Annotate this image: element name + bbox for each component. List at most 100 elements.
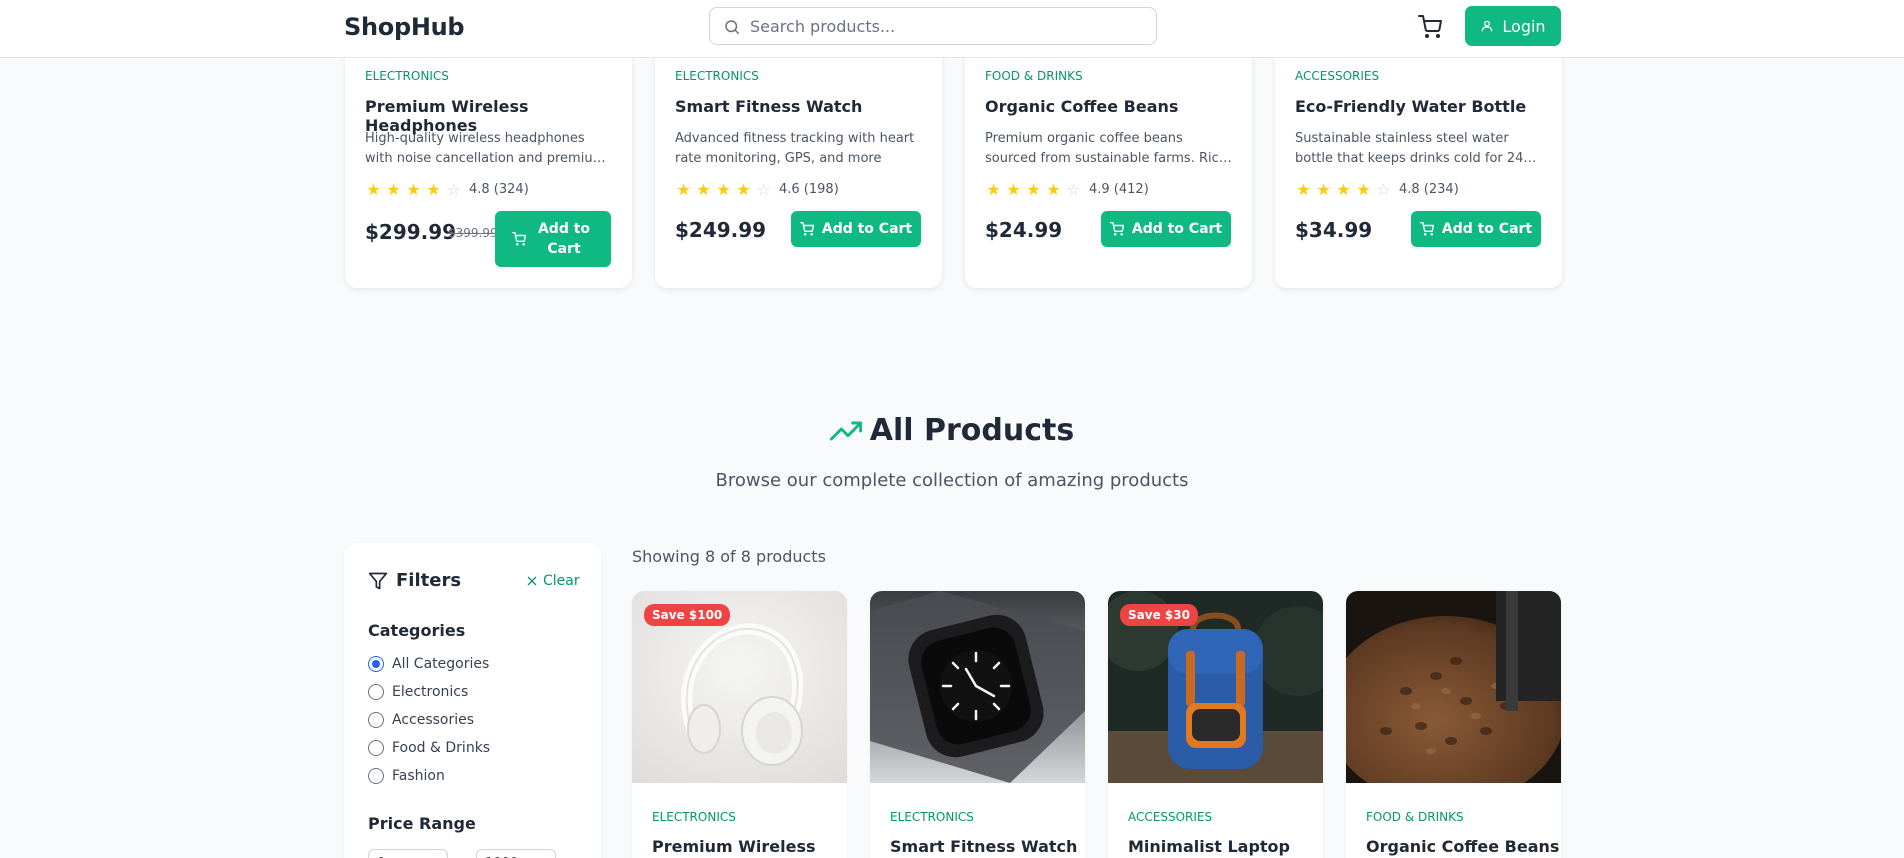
add-to-cart-button[interactable]: Add to Cart — [791, 211, 921, 247]
product-name[interactable]: Organic Coffee Beans — [1366, 837, 1559, 856]
radio-button[interactable] — [368, 656, 384, 672]
product-price: $299.99 — [365, 220, 457, 244]
close-icon — [527, 576, 537, 586]
featured-card[interactable]: ELECTRONICS Premium Wireless Headphones … — [345, 30, 632, 288]
product-name[interactable]: Eco-Friendly Water Bottle — [1295, 97, 1526, 116]
product-description: Advanced fitness tracking with heart rat… — [675, 131, 915, 166]
section-title: All Products — [0, 413, 1904, 448]
category-option-electronics[interactable]: Electronics — [368, 684, 468, 700]
results-count: Showing 8 of 8 products — [632, 547, 826, 566]
cart-icon — [512, 232, 526, 246]
price-min-input[interactable]: 0 — [368, 849, 448, 858]
featured-card[interactable]: FOOD & DRINKS Organic Coffee Beans Premi… — [965, 30, 1252, 288]
star-empty-icon: ☆ — [1066, 180, 1081, 199]
star-icon: ★ — [676, 180, 691, 199]
star-icon: ★ — [1026, 180, 1041, 199]
product-rating: ★ ★ ★ ★ ☆ 4.8 (234) — [1295, 180, 1459, 199]
filters-header: Filters — [368, 570, 461, 591]
product-category: ACCESSORIES — [1295, 69, 1380, 83]
category-option-fashion[interactable]: Fashion — [368, 768, 445, 784]
star-icon: ★ — [1316, 180, 1331, 199]
add-to-cart-label: Add to Cart — [537, 221, 591, 257]
product-name[interactable]: Smart Fitness Watch — [675, 97, 862, 116]
product-description: Premium organic coffee beans sourced fro… — [985, 131, 1232, 166]
product-card[interactable]: FOOD & DRINKS Organic Coffee Beans — [1346, 591, 1561, 858]
section-title-text: All Products — [869, 413, 1075, 448]
cart-icon — [1109, 222, 1124, 236]
product-category: ELECTRONICS — [890, 810, 974, 824]
product-name[interactable]: Organic Coffee Beans — [985, 97, 1178, 116]
add-to-cart-label: Add to Cart — [821, 221, 913, 237]
logo[interactable]: ShopHub — [344, 13, 465, 41]
star-icon: ★ — [1336, 180, 1351, 199]
star-icon: ★ — [1006, 180, 1021, 199]
product-rating: ★ ★ ★ ★ ☆ 4.8 (324) — [365, 180, 529, 199]
category-option-food-drinks[interactable]: Food & Drinks — [368, 740, 490, 756]
product-card[interactable]: Save $30 ACCESSORIES Minimalist Laptop — [1108, 591, 1323, 858]
category-option-accessories[interactable]: Accessories — [368, 712, 474, 728]
rating-text: 4.8 (234) — [1399, 182, 1459, 197]
add-to-cart-button[interactable]: Add to Cart — [1101, 211, 1231, 247]
category-option-label: Fashion — [392, 768, 445, 784]
star-icon: ★ — [1356, 180, 1371, 199]
filter-icon — [368, 572, 388, 589]
product-category: ELECTRONICS — [675, 69, 759, 83]
add-to-cart-button[interactable]: Add to Cart — [1411, 211, 1541, 247]
radio-button[interactable] — [368, 740, 384, 756]
add-to-cart-button[interactable]: Add to Cart — [495, 211, 611, 267]
star-icon: ★ — [366, 180, 381, 199]
star-icon: ★ — [1296, 180, 1311, 199]
product-description: Sustainable stainless steel water bottle… — [1295, 131, 1524, 166]
clear-filters-button[interactable]: Clear — [526, 573, 580, 589]
cart-icon — [1419, 222, 1434, 236]
add-to-cart-label: Add to Cart — [1131, 221, 1223, 237]
search-input[interactable] — [750, 8, 1145, 44]
star-icon: ★ — [696, 180, 711, 199]
product-name[interactable]: Premium Wireless — [652, 837, 816, 856]
category-option-label: Accessories — [392, 712, 475, 728]
product-name[interactable]: Smart Fitness Watch — [890, 837, 1077, 856]
star-empty-icon: ☆ — [756, 180, 771, 199]
coffee-image[interactable] — [1346, 591, 1561, 783]
radio-button[interactable] — [368, 684, 384, 700]
cart-icon — [799, 222, 814, 236]
product-category: ELECTRONICS — [365, 69, 449, 83]
search-box[interactable] — [709, 7, 1157, 45]
product-rating: ★ ★ ★ ★ ☆ 4.9 (412) — [985, 180, 1149, 199]
product-description: High-quality wireless headphones with no… — [365, 131, 606, 166]
radio-button[interactable] — [368, 768, 384, 784]
login-button[interactable]: Login — [1465, 6, 1561, 46]
section-subtitle: Browse our complete collection of amazin… — [715, 470, 1189, 491]
watch-image[interactable] — [870, 591, 1085, 783]
price-range-label: Price Range — [368, 814, 476, 833]
rating-text: 4.6 (198) — [779, 182, 839, 197]
cart-button[interactable] — [1415, 12, 1445, 42]
rating-text: 4.9 (412) — [1089, 182, 1149, 197]
product-card[interactable]: Save $100 ELECTRONICS Premium Wireless — [632, 591, 847, 858]
clear-label: Clear — [543, 573, 580, 589]
category-option-label: All Categories — [392, 656, 490, 672]
star-icon: ★ — [736, 180, 751, 199]
product-name[interactable]: Minimalist Laptop — [1128, 837, 1290, 856]
star-icon: ★ — [426, 180, 441, 199]
category-option-all[interactable]: All Categories — [368, 656, 489, 672]
featured-card[interactable]: ACCESSORIES Eco-Friendly Water Bottle Su… — [1275, 30, 1562, 288]
category-option-label: Food & Drinks — [392, 740, 491, 756]
star-icon: ★ — [386, 180, 401, 199]
cart-icon — [1418, 15, 1442, 38]
star-icon: ★ — [1046, 180, 1061, 199]
star-empty-icon: ☆ — [446, 180, 461, 199]
product-price: $249.99 — [675, 218, 767, 242]
product-old-price: $399.99 — [448, 226, 498, 240]
product-card[interactable]: ELECTRONICS Smart Fitness Watch — [870, 591, 1085, 858]
search-icon — [725, 20, 740, 35]
price-max-input[interactable]: 1000 — [476, 849, 556, 858]
star-icon: ★ — [986, 180, 1001, 199]
product-rating: ★ ★ ★ ★ ☆ 4.6 (198) — [675, 180, 839, 199]
featured-card[interactable]: ELECTRONICS Smart Fitness Watch Advanced… — [655, 30, 942, 288]
add-to-cart-label: Add to Cart — [1441, 221, 1533, 237]
trending-up-icon — [829, 421, 862, 440]
radio-button[interactable] — [368, 712, 384, 728]
category-option-label: Electronics — [392, 684, 469, 700]
rating-text: 4.8 (324) — [469, 182, 529, 197]
